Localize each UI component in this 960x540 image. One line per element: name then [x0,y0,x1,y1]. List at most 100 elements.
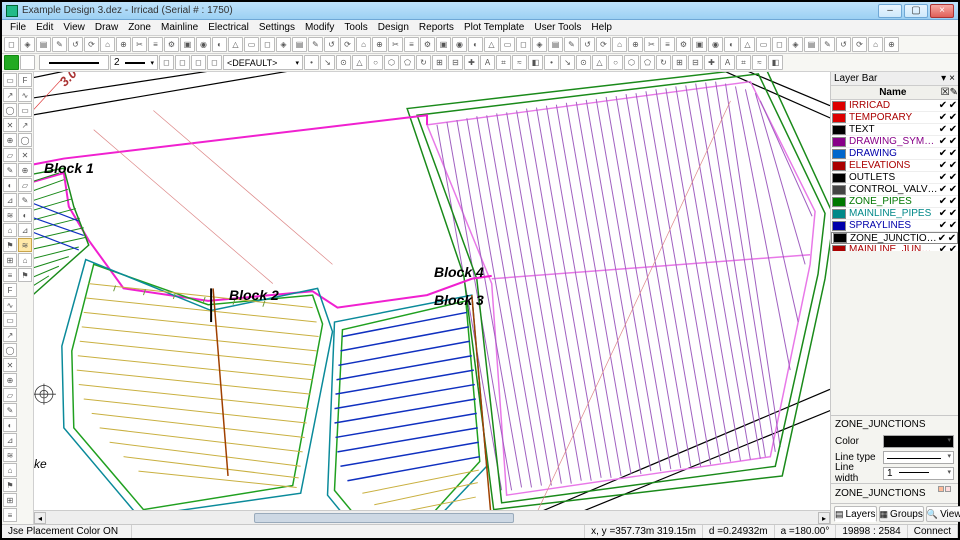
tool-button[interactable]: ⊿ [3,433,17,447]
layer-swatch[interactable] [832,101,846,111]
toolbar-button[interactable]: ◻ [516,37,531,52]
toolbar-button[interactable]: ⊙ [576,55,591,70]
toolbar-button[interactable]: ▤ [548,37,563,52]
toolbar-button[interactable]: ≡ [404,37,419,52]
toolbar-button[interactable]: ⚙ [420,37,435,52]
tool-button[interactable]: ✎ [3,163,17,177]
toolbar-button[interactable]: ↘ [320,55,335,70]
tool-button[interactable]: ◐ [3,178,17,192]
toolbar-button[interactable]: ◧ [768,55,783,70]
menu-view[interactable]: View [59,22,89,33]
linetype-dropdown[interactable] [883,451,954,464]
toolbar-button[interactable]: ≡ [660,37,675,52]
toolbar-button[interactable]: ⊕ [884,37,899,52]
toolbar-button[interactable]: ▣ [692,37,707,52]
menu-modify[interactable]: Modify [301,22,338,33]
layer-edit-toggle[interactable]: ✔ [948,160,958,171]
toolbar-button[interactable]: ≈ [512,55,527,70]
tool-button[interactable]: ▱ [3,388,17,402]
menu-draw[interactable]: Draw [91,22,122,33]
toolbar-button[interactable]: ⌗ [736,55,751,70]
layer-row[interactable]: ZONE_PIPES✔✔ [831,196,958,208]
toolbar-button[interactable]: ⟳ [852,37,867,52]
layer-visible-header[interactable]: ☒ [941,87,950,98]
layer-swatch[interactable] [832,125,846,135]
tool-button[interactable]: ↗ [3,328,17,342]
toolbar-button[interactable]: ◐ [724,37,739,52]
layer-edit-toggle[interactable]: ✔ [948,184,958,195]
toolbar-button[interactable]: ⌂ [356,37,371,52]
tool-button[interactable]: ⌂ [3,223,17,237]
toolbar-button[interactable]: ✂ [388,37,403,52]
layer-visible-toggle[interactable]: ✔ [938,148,948,159]
tool-button[interactable]: ≡ [3,268,17,282]
layer-edit-toggle[interactable]: ✔ [948,220,958,231]
tool-button[interactable]: ⚑ [3,238,17,252]
menu-mainline[interactable]: Mainline [157,22,202,33]
layer-edit-toggle[interactable]: ✔ [948,172,958,183]
layer-row[interactable]: DRAWING✔✔ [831,148,958,160]
layer-row[interactable]: ZONE_JUNCTIONS✔✔ [831,232,958,244]
toolbar-button[interactable]: ▤ [36,37,51,52]
toolbar-button[interactable]: ⌂ [100,37,115,52]
tool-button[interactable]: ◐ [18,208,32,222]
toolbar-button[interactable]: ↺ [68,37,83,52]
layer-edit-toggle[interactable]: ✔ [947,233,957,244]
tool-button[interactable]: ✎ [3,403,17,417]
toolbar-button[interactable]: ◈ [276,37,291,52]
toolbar-button[interactable]: △ [740,37,755,52]
toolbar-button[interactable]: ▤ [804,37,819,52]
tool-button[interactable]: ▱ [18,178,32,192]
layer-row[interactable]: SPRAYLINES✔✔ [831,220,958,232]
toolbar-button[interactable]: ◻ [175,55,190,70]
tool-button[interactable]: ⊞ [3,253,17,267]
layer-swatch[interactable] [833,233,847,243]
tool-button[interactable]: ↗ [18,118,32,132]
toolbar-button[interactable]: ⊞ [672,55,687,70]
tool-button[interactable]: ≋ [3,208,17,222]
layer-swatch[interactable] [832,149,846,159]
layer-row[interactable]: DRAWING_SYMBOLS✔✔ [831,136,958,148]
toolbar-button[interactable]: ✂ [132,37,147,52]
toolbar-button[interactable]: △ [352,55,367,70]
toolbar-button[interactable]: ▭ [756,37,771,52]
toolbar-button[interactable]: ◻ [772,37,787,52]
linewidth-dropdown[interactable]: 1 [883,467,954,480]
tool-button[interactable]: ◐ [3,418,17,432]
toolbar-button[interactable]: • [544,55,559,70]
toolbar-button[interactable]: ≡ [148,37,163,52]
toolbar-button[interactable]: ⟳ [340,37,355,52]
tool-button[interactable]: ≋ [18,238,32,252]
layer-visible-toggle[interactable]: ✔ [938,160,948,171]
layer-visible-toggle[interactable]: ✔ [938,184,948,195]
toolbar-button[interactable]: ○ [608,55,623,70]
layer-row[interactable]: ELEVATIONS✔✔ [831,160,958,172]
toolbar-button[interactable]: ◧ [528,55,543,70]
layer-row[interactable]: OUTLETS✔✔ [831,172,958,184]
toolbar-button[interactable]: ⬠ [400,55,415,70]
tool-button[interactable]: ⌂ [18,253,32,267]
layer-edit-toggle[interactable]: ✔ [948,112,958,123]
tool-button[interactable]: ∿ [18,88,32,102]
tool-button[interactable]: ▭ [3,73,17,87]
fill-color-white[interactable] [20,55,35,70]
layer-swatch[interactable] [832,185,846,195]
toolbar-button[interactable]: ◻ [4,37,19,52]
tool-button[interactable]: ⚑ [18,268,32,282]
layer-swatch[interactable] [832,137,846,147]
tab-groups[interactable]: ▦ Groups [879,506,924,522]
toolbar-button[interactable]: ↘ [560,55,575,70]
toolbar-button[interactable]: ⚙ [676,37,691,52]
layer-name-header[interactable]: Name [845,87,941,98]
toolbar-button[interactable]: ✎ [564,37,579,52]
toolbar-button[interactable]: ◻ [191,55,206,70]
layer-visible-toggle[interactable]: ✔ [938,208,948,219]
layer-swatch[interactable] [832,221,846,231]
lineweight-combo[interactable]: 2 [110,55,158,70]
toolbar-button[interactable]: ◈ [532,37,547,52]
toolbar-button[interactable]: ▭ [500,37,515,52]
menu-settings[interactable]: Settings [255,22,299,33]
layer-row[interactable]: CONTROL_VALVES✔✔ [831,184,958,196]
toolbar-button[interactable]: ⚙ [164,37,179,52]
layer-combo[interactable]: <DEFAULT> [223,55,303,70]
